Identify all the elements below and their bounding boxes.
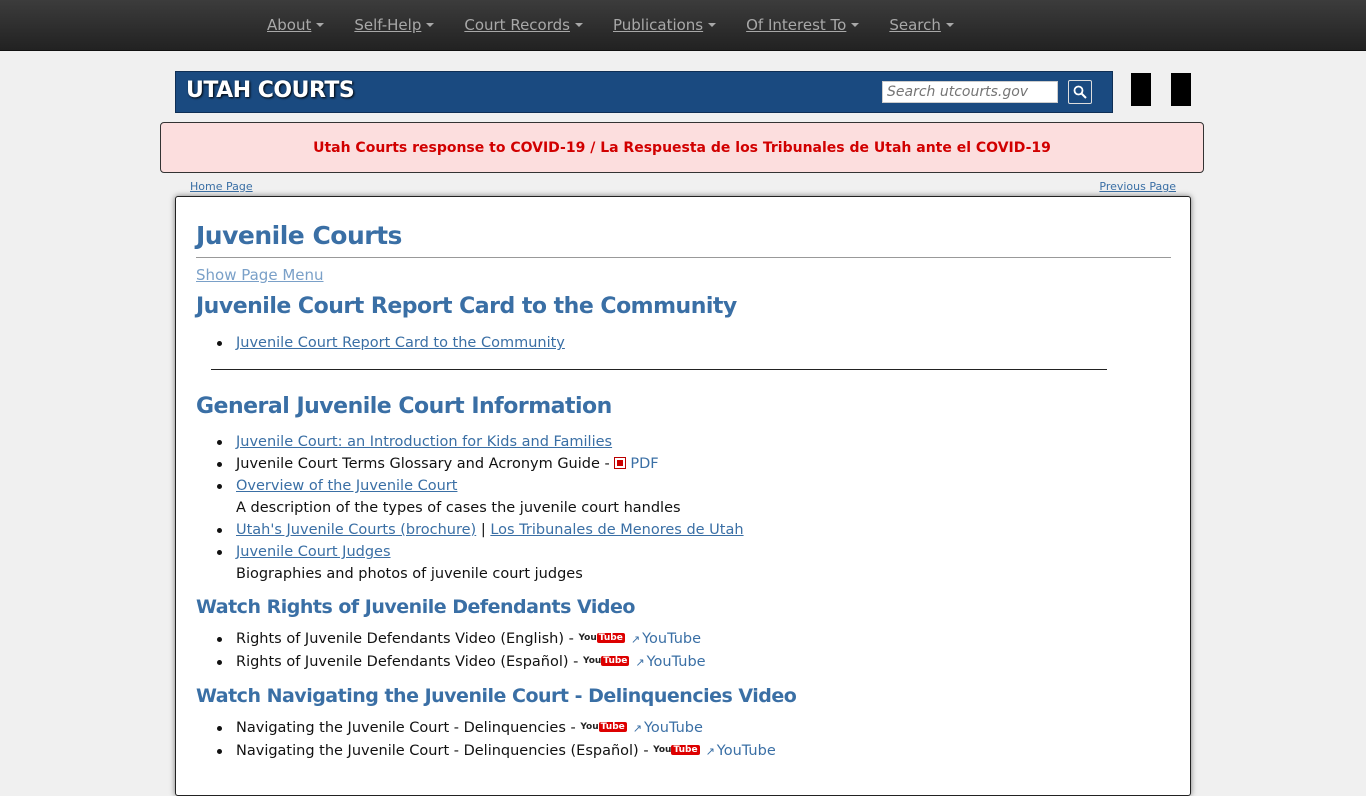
social-icon[interactable]: [1131, 73, 1151, 106]
report-card-link[interactable]: Juvenile Court Report Card to the Commun…: [236, 335, 565, 351]
site-logo[interactable]: UTAH COURTS: [186, 78, 355, 103]
nav-label: Of Interest To: [746, 16, 847, 34]
list-item: Juvenile Court: an Introduction for Kids…: [217, 431, 744, 453]
youtube-link[interactable]: YouTube: [717, 743, 776, 759]
search-input[interactable]: [882, 81, 1058, 103]
caret-down-icon: [851, 22, 860, 27]
section-heading-navigating-video: Watch Navigating the Juvenile Court - De…: [196, 685, 797, 707]
youtube-link[interactable]: YouTube: [644, 720, 703, 736]
nav-of-interest-to[interactable]: Of Interest To: [746, 16, 860, 34]
section-heading-rights-video: Watch Rights of Juvenile Defendants Vide…: [196, 596, 635, 618]
show-page-menu-link[interactable]: Show Page Menu: [196, 266, 324, 284]
external-link-icon: ↗: [632, 722, 642, 735]
external-link-icon: ↗: [705, 745, 715, 758]
youtube-link[interactable]: YouTube: [642, 631, 701, 647]
nav-search[interactable]: Search: [889, 16, 954, 34]
separator: |: [476, 522, 491, 538]
nav-label: Self-Help: [354, 16, 422, 34]
page-title: Juvenile Courts: [196, 221, 402, 250]
youtube-icon: You Tube: [580, 722, 627, 732]
top-navigation: About Self-Help Court Records Publicatio…: [0, 0, 1366, 51]
home-page-link[interactable]: Home Page: [190, 180, 253, 193]
external-link-icon: ↗: [635, 656, 645, 669]
list-item: Juvenile Court Judges Biographies and pho…: [217, 541, 744, 585]
navigating-video-list: Navigating the Juvenile Court - Delinque…: [217, 717, 776, 763]
video-label: Navigating the Juvenile Court - Delinque…: [236, 720, 581, 736]
section-heading-general: General Juvenile Court Information: [196, 394, 612, 419]
general-info-list: Juvenile Court: an Introduction for Kids…: [217, 431, 744, 585]
search-button[interactable]: [1068, 80, 1092, 104]
judges-link[interactable]: Juvenile Court Judges: [236, 544, 391, 560]
covid-alert[interactable]: Utah Courts response to COVID-19 / La Re…: [160, 122, 1204, 173]
caret-down-icon: [574, 22, 583, 27]
nav-self-help[interactable]: Self-Help: [354, 16, 435, 34]
glossary-text: Juvenile Court Terms Glossary and Acrony…: [236, 456, 615, 472]
list-item: Rights of Juvenile Defendants Video (Esp…: [217, 651, 706, 674]
video-label: Rights of Juvenile Defendants Video (Eng…: [236, 631, 579, 647]
social-icon[interactable]: [1171, 73, 1191, 106]
list-item: Utah's Juvenile Courts (brochure) | Los …: [217, 519, 744, 541]
nav-court-records[interactable]: Court Records: [464, 16, 583, 34]
external-link-icon: ↗: [630, 633, 641, 646]
caret-down-icon: [316, 22, 325, 27]
list-item: Overview of the Juvenile Court A descript…: [217, 475, 744, 519]
list-item: Juvenile Court Terms Glossary and Acrony…: [217, 453, 744, 475]
pdf-icon: [614, 457, 627, 469]
video-label: Rights of Juvenile Defendants Video (Esp…: [236, 654, 584, 670]
title-divider: [196, 257, 1171, 258]
nav-label: Publications: [612, 16, 704, 34]
video-label: Navigating the Juvenile Court - Delinque…: [236, 743, 654, 759]
glossary-pdf-link[interactable]: PDF: [630, 456, 658, 472]
nav-menu: About Self-Help Court Records Publicatio…: [267, 0, 984, 50]
nav-label: Court Records: [464, 16, 570, 34]
search-icon: [1073, 85, 1087, 99]
nav-label: About: [267, 16, 312, 34]
caret-down-icon: [945, 22, 954, 27]
list-item: Navigating the Juvenile Court - Delinque…: [217, 740, 776, 763]
intro-kids-families-link[interactable]: Juvenile Court: an Introduction for Kids…: [236, 434, 612, 450]
brochure-spanish-link[interactable]: Los Tribunales de Menores de Utah: [490, 522, 743, 538]
youtube-link[interactable]: YouTube: [647, 654, 706, 670]
list-item: Juvenile Court Report Card to the Commun…: [217, 332, 565, 354]
rights-video-list: Rights of Juvenile Defendants Video (Eng…: [217, 628, 706, 674]
section-heading-report-card: Juvenile Court Report Card to the Commun…: [196, 294, 737, 319]
youtube-icon: You Tube: [578, 633, 625, 643]
site-banner: UTAH COURTS: [175, 71, 1113, 113]
youtube-icon: You Tube: [653, 745, 700, 755]
judges-description: Biographies and photos of juvenile court…: [236, 566, 583, 582]
report-card-list: Juvenile Court Report Card to the Commun…: [217, 332, 565, 354]
previous-page-link[interactable]: Previous Page: [1099, 180, 1176, 193]
nav-publications[interactable]: Publications: [612, 16, 717, 34]
brochure-link[interactable]: Utah's Juvenile Courts (brochure): [236, 522, 476, 538]
caret-down-icon: [708, 22, 717, 27]
list-item: Rights of Juvenile Defendants Video (Eng…: [217, 628, 706, 651]
overview-description: A description of the types of cases the …: [236, 500, 681, 516]
list-item: Navigating the Juvenile Court - Delinque…: [217, 717, 776, 740]
youtube-icon: You Tube: [583, 656, 630, 666]
content-panel: Juvenile Courts Show Page Menu Juvenile …: [175, 196, 1191, 796]
nav-about[interactable]: About: [267, 16, 325, 34]
covid-alert-link[interactable]: Utah Courts response to COVID-19 / La Re…: [313, 140, 1051, 156]
nav-label: Search: [889, 16, 941, 34]
overview-link[interactable]: Overview of the Juvenile Court: [236, 478, 457, 494]
caret-down-icon: [426, 22, 435, 27]
section-divider: [211, 369, 1107, 370]
